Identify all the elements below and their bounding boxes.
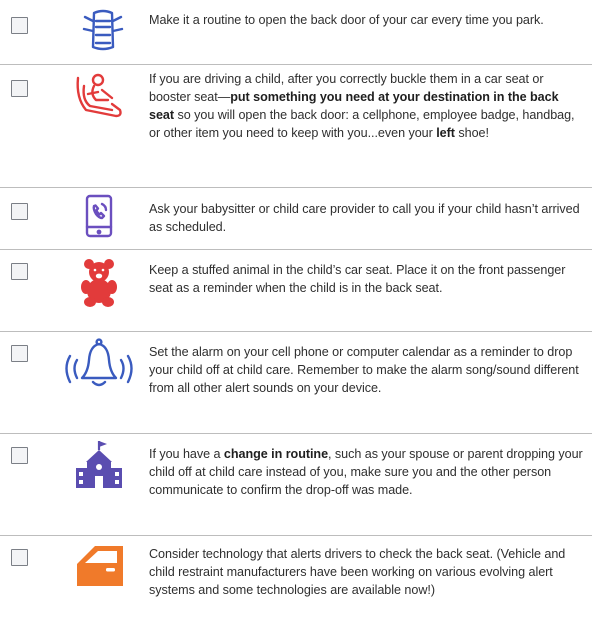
school-building-icon [76, 441, 122, 488]
checklist-item-text: Keep a stuffed animal in the child’s car… [149, 261, 585, 297]
car-door-open-icon [82, 9, 124, 51]
checklist-item-back-seat-item: If you are driving a child, after you co… [0, 65, 592, 186]
text-run: Consider technology that alerts drivers … [149, 547, 566, 597]
checklist-checkbox[interactable] [11, 17, 28, 34]
safety-checklist: Make it a routine to open the back door … [0, 0, 592, 626]
checklist-checkbox[interactable] [11, 263, 28, 280]
text-run: Make it a routine to open the back door … [149, 13, 544, 27]
checklist-item-stuffed-animal: Keep a stuffed animal in the child’s car… [0, 250, 592, 330]
text-run: Keep a stuffed animal in the child’s car… [149, 263, 566, 295]
checklist-item-babysitter-call: Ask your babysitter or child care provid… [0, 188, 592, 248]
checklist-item-text: If you are driving a child, after you co… [149, 70, 585, 142]
checklist-item-text: Ask your babysitter or child care provid… [149, 200, 585, 236]
phone-call-icon [85, 194, 113, 238]
text-run: so you will open the back door: a cellph… [149, 108, 575, 140]
checklist-item-text: Consider technology that alerts drivers … [149, 545, 585, 599]
checklist-item-text: Set the alarm on your cell phone or comp… [149, 343, 585, 397]
checklist-checkbox[interactable] [11, 345, 28, 362]
checklist-item-open-back-door: Make it a routine to open the back door … [0, 0, 592, 64]
checklist-item-technology: Consider technology that alerts drivers … [0, 536, 592, 626]
checklist-checkbox[interactable] [11, 549, 28, 566]
text-run: Set the alarm on your cell phone or comp… [149, 345, 579, 395]
text-run: shoe! [454, 126, 489, 140]
checklist-checkbox[interactable] [11, 447, 28, 464]
checklist-checkbox[interactable] [11, 80, 28, 97]
checklist-item-change-in-routine: If you have a change in routine, such as… [0, 434, 592, 534]
text-run: Ask your babysitter or child care provid… [149, 202, 580, 234]
alarm-bell-icon [65, 338, 133, 387]
checklist-item-text: If you have a change in routine, such as… [149, 445, 585, 499]
text-run-bold: left [436, 126, 455, 140]
checklist-item-text: Make it a routine to open the back door … [149, 11, 585, 29]
car-door-icon [77, 546, 123, 586]
checklist-checkbox[interactable] [11, 203, 28, 220]
child-car-seat-icon [76, 73, 122, 118]
text-run: If you have a [149, 447, 224, 461]
text-run-bold: change in routine [223, 447, 329, 461]
checklist-item-alarm: Set the alarm on your cell phone or comp… [0, 332, 592, 432]
teddy-bear-icon [81, 259, 117, 307]
